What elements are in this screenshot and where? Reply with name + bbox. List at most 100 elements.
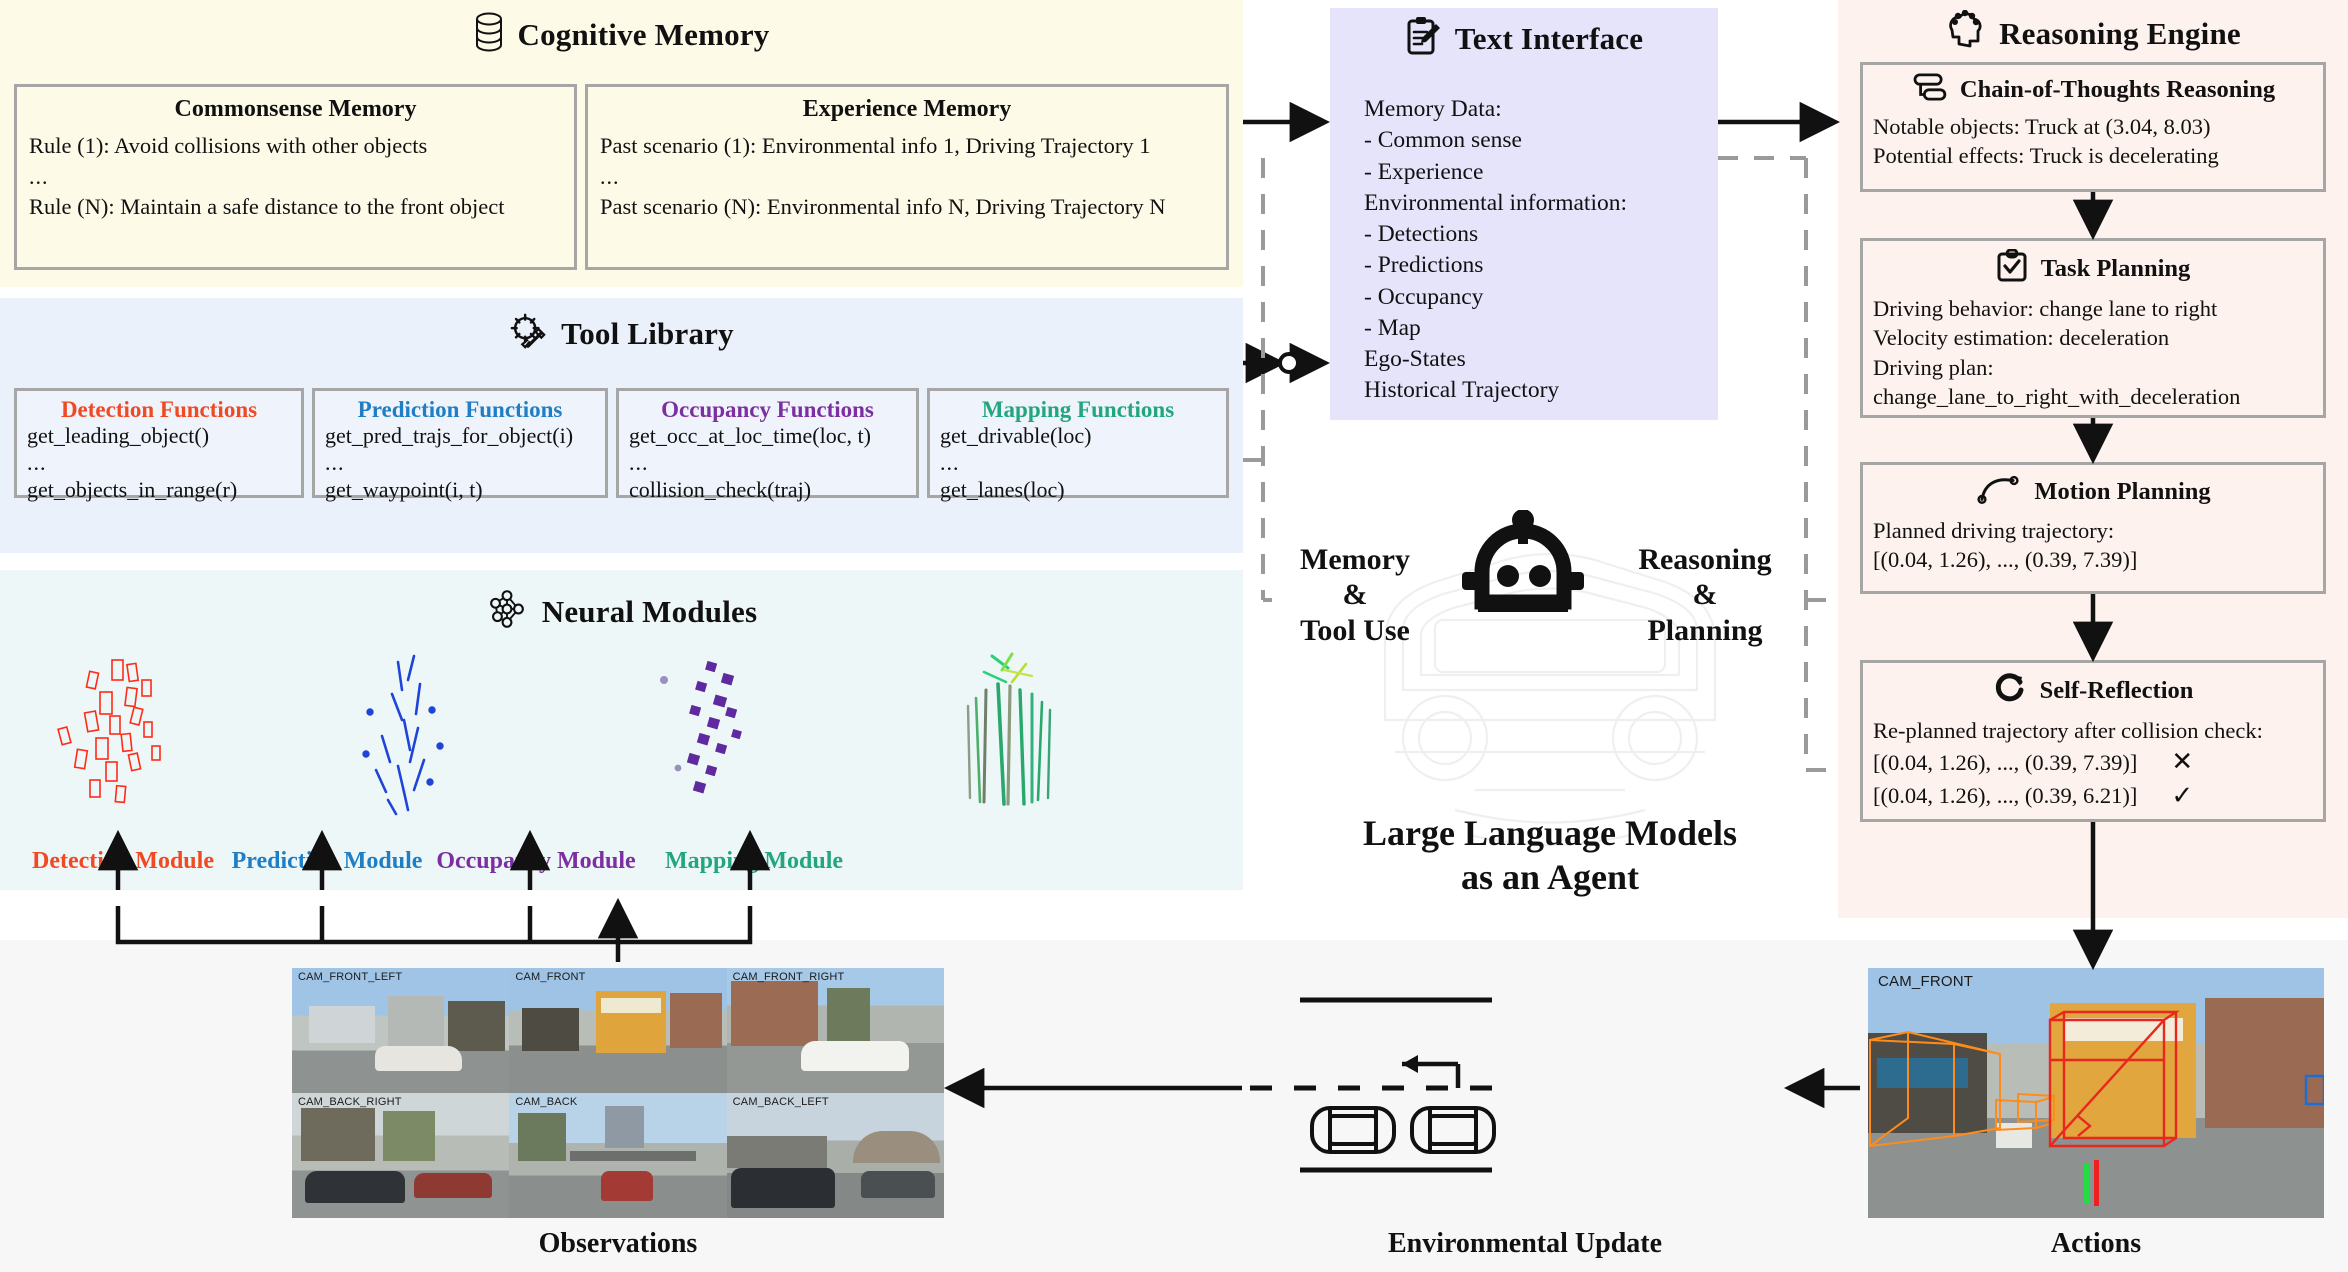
occupancy-module-label: Occupancy Module <box>436 848 636 874</box>
mapping-functions-line-3: get_lanes(loc) <box>940 476 1065 502</box>
detection-functions-title: Detection Functions <box>60 397 258 422</box>
gear-wrench-icon <box>509 312 547 355</box>
self-reflection-result-1-text: [(0.04, 1.26), ..., (0.39, 7.39)] <box>1873 749 2138 775</box>
occupancy-functions-card: Occupancy Functions get_occ_at_loc_time(… <box>616 388 919 502</box>
detection-pointcloud <box>57 659 161 804</box>
chain-of-thoughts-title: Chain-of-Thoughts Reasoning <box>1959 75 2276 103</box>
self-reflection-line-1: Re-planned trajectory after collision ch… <box>1873 718 2263 743</box>
detection-functions-line-2: ... <box>27 449 47 475</box>
tool-library-panel: Tool Library Detection Functions get_lea… <box>0 298 1243 553</box>
environmental-update-label: Environmental Update <box>1387 1228 1663 1259</box>
brain-gear-icon <box>1945 9 1985 57</box>
occupancy-functions-line-2: ... <box>629 449 649 475</box>
camera-cell: CAM_FRONT_LEFT <box>292 968 510 1093</box>
text-interface-line-2: - Common sense <box>1364 127 1522 154</box>
actions-camera-view: CAM_FRONT <box>1868 968 2324 1218</box>
clipboard-check-icon <box>1996 248 2028 288</box>
mapping-pointcloud <box>966 652 1052 806</box>
mapping-module-label: Mapping Module <box>664 848 844 874</box>
commonsense-memory-card: Commonsense Memory Rule (1): Avoid colli… <box>14 84 577 270</box>
environmental-update-diagram <box>1250 997 1496 1173</box>
experience-memory-title: Experience Memory <box>802 96 1012 122</box>
observations-camera-grid: CAM_FRONT_LEFT CAM_FRONT CAM_FRONT_RIGHT… <box>292 968 944 1218</box>
mapping-functions-line-2: ... <box>940 449 960 475</box>
occupancy-functions-title: Occupancy Functions <box>661 397 874 422</box>
detection-module-label: Detection Module <box>32 848 214 874</box>
camera-label: CAM_FRONT_LEFT <box>298 971 403 983</box>
experience-memory-line-1: Past scenario (1): Environmental info 1,… <box>600 133 1151 158</box>
camera-cell: CAM_BACK_LEFT <box>726 1093 944 1218</box>
neural-modules-panel: Neural Modules Detection Module Predicti… <box>0 570 1243 890</box>
detection-functions-card: Detection Functions get_leading_object()… <box>14 388 304 502</box>
prediction-module-label: Prediction Module <box>231 848 423 874</box>
camera-label: CAM_FRONT <box>515 971 586 983</box>
check-mark-icon: ✓ <box>2171 781 2194 811</box>
experience-memory-line-2: ... <box>600 163 620 189</box>
robot-head-icon <box>1462 510 1584 612</box>
text-interface-line-9: Ego-States <box>1364 346 1466 372</box>
task-planning-line-3: Driving plan: <box>1873 354 1994 380</box>
mapping-functions-card: Mapping Functions get_drivable(loc) ... … <box>927 388 1229 502</box>
clipboard-pencil-icon <box>1405 16 1441 61</box>
self-reflection-result-2-text: [(0.04, 1.26), ..., (0.39, 6.21)] <box>1873 783 2138 809</box>
text-interface-title: Text Interface <box>1454 20 1644 56</box>
reasoning-engine-panel: Reasoning Engine Chain-of-Thoughts Reaso… <box>1838 0 2348 918</box>
camera-label: CAM_BACK <box>515 1096 578 1108</box>
motion-planning-card: Motion Planning Planned driving trajecto… <box>1860 462 2326 594</box>
detection-functions-line-1: get_leading_object() <box>27 423 210 448</box>
chain-of-thoughts-icon <box>1911 73 1947 106</box>
prediction-pointcloud <box>362 654 444 816</box>
prediction-functions-line-1: get_pred_trajs_for_object(i) <box>325 423 574 448</box>
motion-planning-line-2: [(0.04, 1.26), ..., (0.39, 7.39)] <box>1873 547 2138 573</box>
llm-agent-caption: Large Language Models as an Agent <box>1363 813 1737 897</box>
detection-3d-boxes <box>1869 1010 2324 1206</box>
self-reflection-card: Self-Reflection Re-planned trajectory af… <box>1860 660 2326 822</box>
text-interface-line-1: Memory Data: <box>1364 96 1502 122</box>
cognitive-memory-title: Cognitive Memory <box>517 16 770 52</box>
actions-label: Actions <box>2050 1228 2142 1259</box>
text-interface-line-5: - Detections <box>1364 221 1479 247</box>
neural-network-icon <box>486 588 528 635</box>
actions-camera-label: CAM_FRONT <box>1878 973 1974 990</box>
prediction-functions-line-2: ... <box>325 449 345 475</box>
neural-modules-title: Neural Modules <box>541 593 758 629</box>
task-planning-title: Task Planning <box>2040 254 2191 282</box>
task-planning-line-2: Velocity estimation: deceleration <box>1873 325 2170 351</box>
text-interface-line-10: Historical Trajectory <box>1364 377 1560 404</box>
chain-of-thoughts-line-1: Notable objects: Truck at (3.04, 8.03) <box>1873 114 2211 139</box>
camera-cell: CAM_BACK <box>509 1093 727 1218</box>
task-planning-line-1: Driving behavior: change lane to right <box>1873 296 2218 321</box>
camera-cell: CAM_FRONT <box>509 968 727 1093</box>
text-interface-line-6: - Predictions <box>1364 252 1484 279</box>
camera-cell: CAM_FRONT_RIGHT <box>726 968 944 1093</box>
task-planning-line-4: change_lane_to_right_with_deceleration <box>1873 383 2241 409</box>
occupancy-functions-line-1: get_occ_at_loc_time(loc, t) <box>629 423 871 448</box>
mapping-functions-title: Mapping Functions <box>981 397 1175 422</box>
observations-label: Observations <box>538 1228 698 1259</box>
camera-cell: CAM_BACK_RIGHT <box>292 1093 510 1218</box>
tool-library-title: Tool Library <box>561 315 734 351</box>
reasoning-planning-label: Reasoning & Planning <box>1638 543 1772 647</box>
chain-of-thoughts-card: Chain-of-Thoughts Reasoning Notable obje… <box>1860 62 2326 192</box>
reasoning-engine-title: Reasoning Engine <box>1999 15 2241 51</box>
trajectory-curve-icon <box>1975 473 2021 510</box>
motion-planning-line-1: Planned driving trajectory: <box>1873 518 2115 543</box>
text-interface-line-3: - Experience <box>1364 158 1484 185</box>
occupancy-pointcloud <box>660 660 742 794</box>
text-interface-line-7: - Occupancy <box>1364 283 1484 310</box>
commonsense-memory-title: Commonsense Memory <box>174 96 417 122</box>
cross-mark-icon: ✕ <box>2171 747 2194 777</box>
prediction-functions-title: Prediction Functions <box>357 397 563 422</box>
prediction-functions-line-3: get_waypoint(i, t) <box>325 476 483 502</box>
camera-label: CAM_BACK_LEFT <box>732 1096 829 1108</box>
motion-planning-title: Motion Planning <box>2034 477 2211 505</box>
mapping-functions-line-1: get_drivable(loc) <box>940 423 1092 448</box>
occupancy-functions-line-3: collision_check(traj) <box>629 476 812 502</box>
cognitive-memory-panel: Cognitive Memory Commonsense Memory Rule… <box>0 0 1243 287</box>
commonsense-memory-line-2: ... <box>29 163 49 189</box>
experience-memory-line-3: Past scenario (N): Environmental info N,… <box>600 194 1166 220</box>
camera-label: CAM_BACK_RIGHT <box>298 1096 402 1108</box>
self-reflection-title: Self-Reflection <box>2039 676 2194 704</box>
text-interface-panel: Text Interface Memory Data: - Common sen… <box>1330 8 1718 420</box>
chain-of-thoughts-line-2: Potential effects: Truck is decelerating <box>1873 143 2219 169</box>
